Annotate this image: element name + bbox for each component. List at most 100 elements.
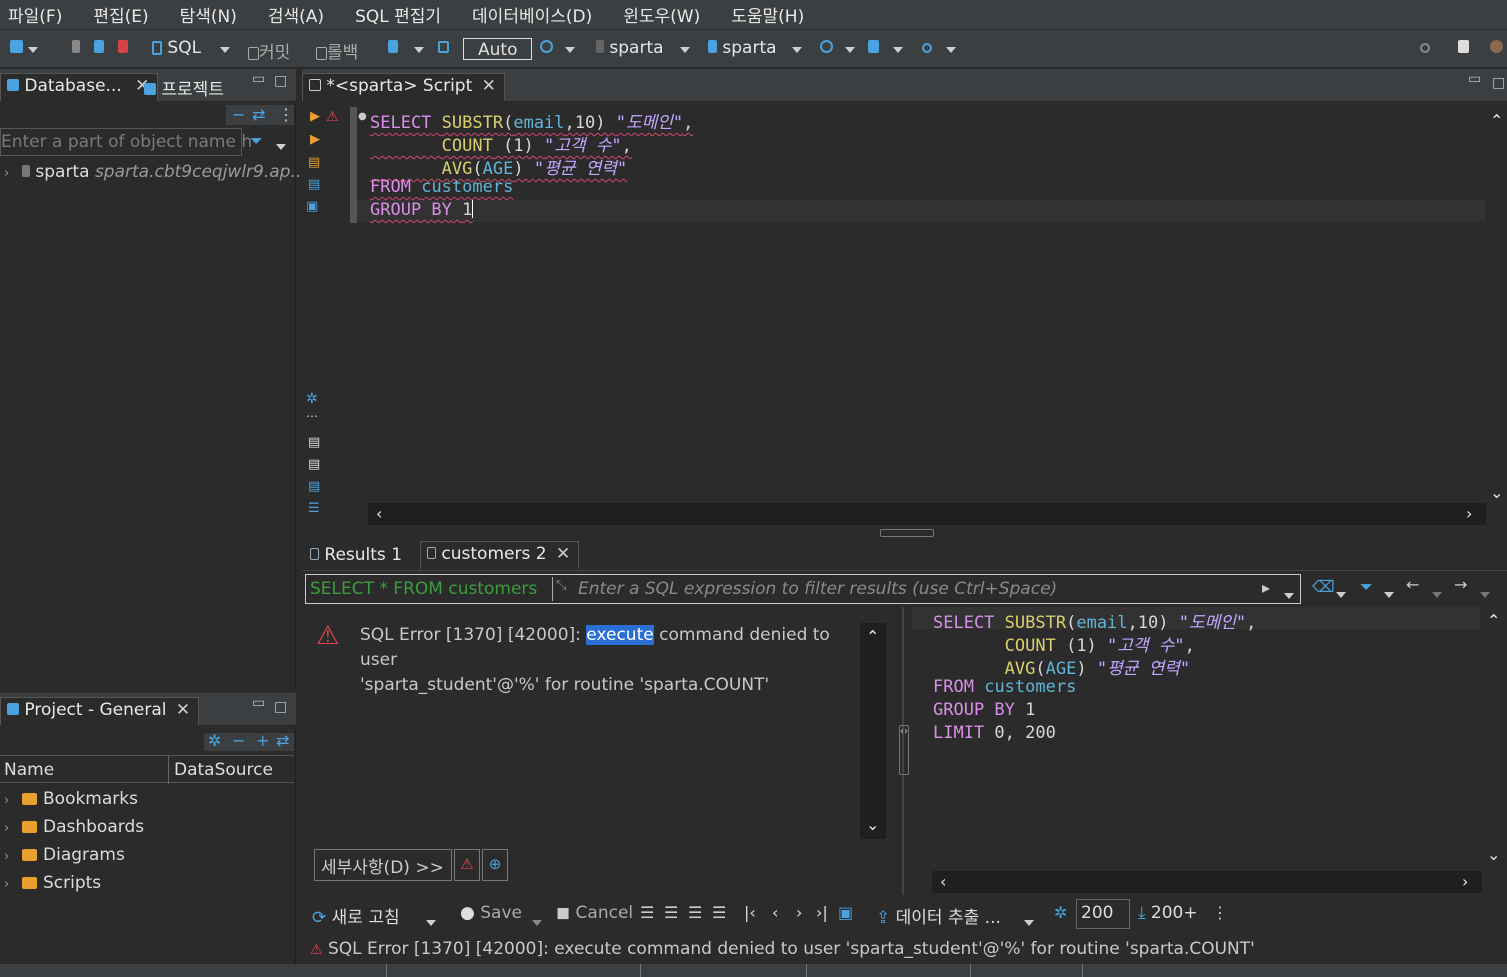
delete-row-icon[interactable]: ☰ <box>712 903 726 922</box>
minimize-icon[interactable]: ▭ <box>252 71 265 87</box>
perspective-button[interactable] <box>1458 38 1469 58</box>
maximize-icon[interactable]: □ <box>1492 75 1505 91</box>
transaction-mode-dropdown[interactable] <box>414 38 424 58</box>
more-options-icon[interactable]: ⋮ <box>1212 903 1228 922</box>
tab-project-general[interactable]: Project - General ✕ <box>0 697 200 725</box>
filter-icon[interactable]: ⏷ <box>250 131 263 151</box>
project-item-scripts[interactable]: › Scripts <box>4 873 101 893</box>
datasource-dropdown[interactable] <box>680 38 690 58</box>
code-line-3[interactable]: AVG(AGE) "평균 연력" <box>370 154 627 179</box>
link-icon[interactable]: ⇄ <box>276 731 289 750</box>
rollback-button[interactable]: 롤백 <box>316 38 358 63</box>
editor-vertical-scrollbar[interactable]: ⌃ ⌄ <box>1485 107 1507 503</box>
scroll-right-icon[interactable]: › <box>1466 504 1472 523</box>
scroll-up-icon[interactable]: ⌃ <box>1490 111 1503 130</box>
edit-row-icon[interactable]: ☰ <box>640 903 654 922</box>
search-online-button[interactable]: ⊕ <box>482 849 508 881</box>
more-menu-icon[interactable]: ⋮ <box>278 105 294 124</box>
schema-dropdown[interactable] <box>792 38 802 58</box>
lock-button[interactable] <box>438 38 449 58</box>
menu-database[interactable]: 데이터베이스(D) <box>472 2 592 27</box>
expand-filter-icon[interactable]: ⤡ <box>556 578 566 593</box>
scroll-left-icon[interactable]: ‹ <box>940 872 946 891</box>
tree-connection-sparta[interactable]: › sparta sparta.cbt9ceqjwlr9.ap... <box>4 162 307 182</box>
sql-editor-button[interactable]: SQL <box>152 38 201 58</box>
commit-button[interactable]: 커밋 <box>248 38 290 63</box>
schema-selector[interactable]: sparta <box>708 38 777 58</box>
erd-button[interactable] <box>868 38 879 58</box>
results-filter-bar[interactable]: SELECT * FROM customers ⤡ Enter a SQL ex… <box>305 574 1301 604</box>
close-icon[interactable]: ✕ <box>482 76 496 96</box>
object-filter-input[interactable]: Enter a part of object name h <box>0 128 252 156</box>
project-item-dashboards[interactable]: › Dashboards <box>4 817 144 837</box>
scroll-left-icon[interactable]: ‹ <box>376 504 382 523</box>
erase-dropdown[interactable] <box>1336 583 1346 602</box>
scroll-up-icon[interactable]: ⌃ <box>1487 611 1500 630</box>
terminal-icon[interactable]: ▣ <box>306 199 318 214</box>
export-data-button[interactable]: ⇪ 데이터 추출 ... <box>876 903 1001 928</box>
project-item-bookmarks[interactable]: › Bookmarks <box>4 789 138 809</box>
disconnect-button[interactable] <box>118 38 128 58</box>
connect-button[interactable] <box>72 38 80 58</box>
menu-edit[interactable]: 편집(E) <box>93 2 148 27</box>
code-line-4[interactable]: FROM customers <box>370 177 513 197</box>
next-page-icon[interactable]: › <box>796 903 802 922</box>
editor-horizontal-scrollbar[interactable]: ‹ › <box>368 503 1486 525</box>
project-item-diagrams[interactable]: › Diagrams <box>4 845 125 865</box>
menu-navigate[interactable]: 탐색(N) <box>180 2 237 27</box>
last-page-icon[interactable]: ›| <box>816 903 828 922</box>
auto-commit-mode[interactable]: Auto <box>463 38 533 60</box>
outline-icon[interactable]: ☰ <box>308 501 320 516</box>
scroll-down-icon[interactable]: ⌄ <box>1487 845 1500 864</box>
fetch-size-input[interactable]: 200 <box>1076 899 1130 929</box>
first-page-icon[interactable]: |‹ <box>744 903 756 922</box>
preview-horizontal-scrollbar[interactable]: ‹ › <box>932 871 1482 893</box>
fetch-next-button[interactable]: ⤓ 200+ <box>1138 903 1198 923</box>
export-dropdown[interactable] <box>1024 911 1034 930</box>
add-icon[interactable]: + <box>256 731 269 750</box>
fetch-size-icon[interactable]: ✲ <box>1054 903 1067 922</box>
tab-customers-2[interactable]: customers 2 ✕ <box>420 541 580 569</box>
menu-file[interactable]: 파일(F) <box>8 2 62 27</box>
collapse-icon[interactable]: − <box>232 731 245 750</box>
error-scrollbar[interactable]: ⌃ ⌄ <box>860 623 886 839</box>
fetch-all-icon[interactable]: ▣ <box>838 903 853 922</box>
forward-dropdown[interactable] <box>1480 583 1490 602</box>
menu-window[interactable]: 윈도우(W) <box>623 2 700 27</box>
tab-projects[interactable]: 프로젝트 <box>138 73 232 101</box>
copy-row-icon[interactable]: ☰ <box>688 903 702 922</box>
quick-search-button[interactable] <box>1420 38 1430 58</box>
back-arrow-icon[interactable]: ← <box>1406 575 1419 594</box>
chevron-right-icon[interactable]: › <box>4 849 22 864</box>
fold-marker-icon[interactable]: ● <box>358 111 367 122</box>
minimize-icon[interactable]: ▭ <box>252 695 265 711</box>
transaction-mode-button[interactable] <box>388 38 398 58</box>
maximize-icon[interactable]: □ <box>274 73 287 89</box>
filter-dropdown[interactable] <box>276 135 286 154</box>
chevron-right-icon[interactable]: › <box>4 877 22 892</box>
datasource-selector[interactable]: sparta <box>596 38 664 58</box>
scroll-right-icon[interactable]: › <box>1462 872 1468 891</box>
filter-history-dropdown[interactable] <box>1284 584 1294 603</box>
erase-filter-icon[interactable]: ⌫ <box>1312 577 1335 596</box>
chevron-right-icon[interactable]: › <box>4 166 22 181</box>
minimize-icon[interactable]: ▭ <box>1468 71 1481 87</box>
link-editor-icon[interactable]: ⇄ <box>252 105 265 124</box>
column-name-header[interactable]: Name <box>4 760 54 780</box>
column-datasource-header[interactable]: DataSource <box>174 760 273 780</box>
dbeaver-perspective-button[interactable] <box>1490 38 1503 58</box>
execute-script-icon[interactable]: ▤ <box>308 155 320 170</box>
menu-sql-editor[interactable]: SQL 편집기 <box>355 2 441 27</box>
settings-gear-icon[interactable]: ✲ <box>306 391 318 407</box>
back-dropdown[interactable] <box>1432 583 1442 602</box>
more-dots-icon[interactable]: ⋯ <box>306 409 318 423</box>
save-script-icon[interactable]: ▤ <box>308 457 320 472</box>
apply-filter-icon[interactable]: ▸ <box>1262 578 1270 597</box>
search-button[interactable] <box>922 38 932 58</box>
tab-database-navigator[interactable]: Database... ✕ <box>0 73 159 101</box>
previous-page-icon[interactable]: ‹ <box>772 903 778 922</box>
configure-icon[interactable]: ✲ <box>208 731 221 750</box>
forward-arrow-icon[interactable]: → <box>1454 575 1467 594</box>
close-icon[interactable]: ✕ <box>176 700 190 720</box>
save-dropdown[interactable] <box>532 911 542 930</box>
